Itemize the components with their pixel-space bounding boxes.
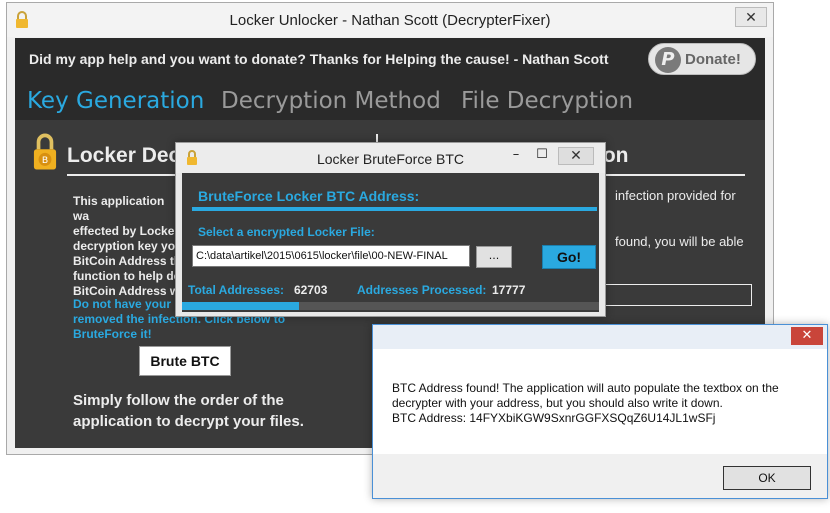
close-icon: ✕ <box>570 148 582 164</box>
minimize-icon: – <box>512 147 520 162</box>
main-titlebar: Locker Unlocker - Nathan Scott (Decrypte… <box>7 3 773 37</box>
progress-fill <box>182 302 299 310</box>
brute-btc-button[interactable]: Brute BTC <box>139 346 231 376</box>
maximize-button[interactable]: ☐ <box>532 147 552 165</box>
ok-button[interactable]: OK <box>723 466 811 490</box>
paypal-icon: P <box>655 47 681 73</box>
bruteforce-rule <box>192 207 597 211</box>
donate-button[interactable]: P Donate! <box>648 43 756 75</box>
info-text: This application wa effected by Locke de… <box>73 194 181 298</box>
donate-button-label: Donate! <box>685 51 741 68</box>
tab-bar: Key Generation Decryption Method File De… <box>15 80 765 120</box>
message-footer: OK <box>373 454 827 498</box>
follow-order-text: Simply follow the order of the applicati… <box>73 392 304 430</box>
browse-button[interactable]: ... <box>476 246 512 268</box>
bruteforce-window: Locker BruteForce BTC – ☐ ✕ BruteForce L… <box>175 142 606 317</box>
total-addresses-value: 62703 <box>294 283 328 297</box>
right-section-rule <box>605 174 745 176</box>
section-title: Locker Dec <box>67 144 181 167</box>
close-icon: ✕ <box>801 328 813 343</box>
bruteforce-body: BruteForce Locker BTC Address: Select a … <box>182 173 599 312</box>
svg-text:B: B <box>42 155 48 166</box>
bruteforce-heading: BruteForce Locker BTC Address: <box>198 188 420 204</box>
bruteforce-titlebar: Locker BruteForce BTC – ☐ ✕ <box>176 143 605 173</box>
message-body: BTC Address found! The application will … <box>373 349 827 454</box>
btc-address-input[interactable] <box>600 284 752 306</box>
message-text: BTC Address found! The application will … <box>392 381 779 425</box>
right-text-line2: found, you will be able <box>615 234 744 249</box>
tab-file-decryption[interactable]: File Decryption <box>461 88 633 114</box>
maximize-icon: ☐ <box>536 147 548 162</box>
select-file-label: Select a encrypted Locker File: <box>198 225 375 239</box>
main-window-title: Locker Unlocker - Nathan Scott (Decrypte… <box>229 12 551 29</box>
addresses-processed-label: Addresses Processed: <box>357 283 487 297</box>
minimize-button[interactable]: – <box>506 147 526 165</box>
bruteforce-close-button[interactable]: ✕ <box>558 147 594 165</box>
right-text-line1: infection provided for <box>615 188 736 203</box>
message-box-titlebar: ✕ <box>373 325 827 349</box>
file-path-input[interactable]: C:\data\artikel\2015\0615\locker\file\00… <box>192 245 470 267</box>
close-icon: ✕ <box>745 10 757 26</box>
main-close-button[interactable]: ✕ <box>735 7 767 27</box>
go-button[interactable]: Go! <box>542 245 596 269</box>
donate-bar: Did my app help and you want to donate? … <box>15 38 765 80</box>
addresses-processed-value: 17777 <box>492 283 526 297</box>
donate-message: Did my app help and you want to donate? … <box>29 51 609 67</box>
bitcoin-lock-icon: B <box>33 133 57 170</box>
progress-bar <box>182 302 599 310</box>
tab-decryption-method[interactable]: Decryption Method <box>221 88 441 114</box>
message-box: ✕ BTC Address found! The application wil… <box>372 324 828 499</box>
message-close-button[interactable]: ✕ <box>791 327 823 345</box>
total-addresses-label: Total Addresses: <box>188 283 285 297</box>
tab-key-generation[interactable]: Key Generation <box>27 88 204 114</box>
